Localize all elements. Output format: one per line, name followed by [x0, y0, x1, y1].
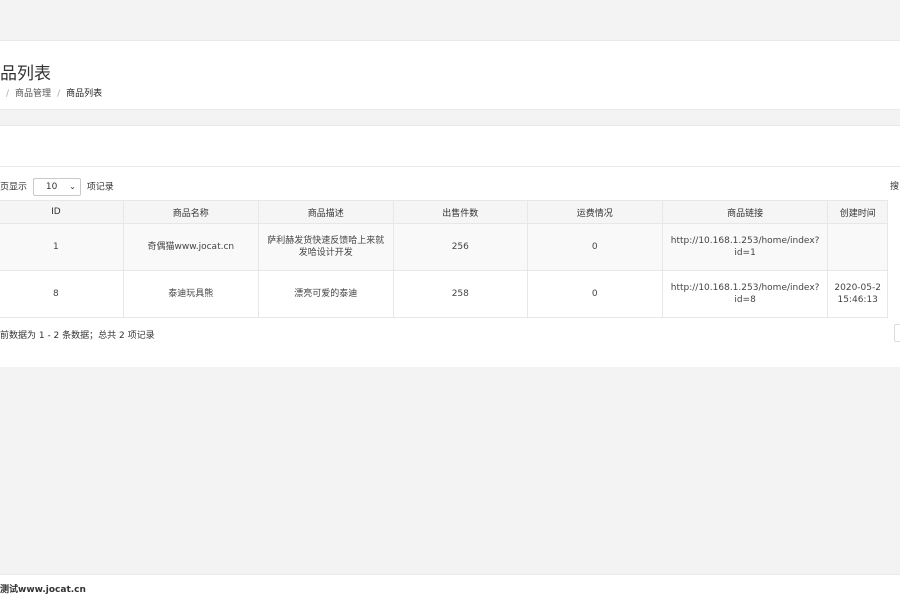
page-title: 品列表 [0, 64, 51, 84]
content-panel: 页显示 10 ⌄ 项记录 搜 ID 商品名称 商品描述 出售件数 运费情况 商品… [0, 125, 900, 367]
breadcrumb-separator: / [6, 89, 10, 99]
footer-text: 测试www.jocat.cn [0, 585, 86, 595]
page-length-suffix: 项记录 [86, 182, 114, 193]
cell-name: 奇偶猫www.jocat.cn [122, 223, 259, 271]
column-header-created[interactable]: 创建时间 [827, 200, 888, 224]
cell-created: 2020-05-2 15:46:13 [827, 270, 888, 318]
table-info: 前数据为 1 - 2 条数据；总共 2 项记录 [0, 331, 155, 341]
cell-description: 漂亮可爱的泰迪 [257, 270, 394, 318]
pagination-button[interactable] [894, 324, 900, 342]
table-row: 1 奇偶猫www.jocat.cn 萨利赫发货快速反馈哈上来就发哈设计开发 25… [0, 223, 888, 271]
cell-name: 泰迪玩具熊 [122, 270, 259, 318]
cell-shipping: 0 [526, 270, 663, 318]
column-header-sold[interactable]: 出售件数 [392, 200, 528, 224]
column-header-id[interactable]: ID [0, 200, 124, 224]
panel-divider [0, 166, 900, 167]
table-row: 8 泰迪玩具熊 漂亮可爱的泰迪 258 0 http://10.168.1.25… [0, 270, 888, 318]
breadcrumb: / 商品管理 / 商品列表 [0, 86, 102, 99]
column-header-name[interactable]: 商品名称 [122, 200, 259, 224]
cell-created [827, 223, 888, 271]
page-heading: 品列表 / 商品管理 / 商品列表 [0, 40, 900, 110]
footer: 测试www.jocat.cn [0, 574, 900, 600]
cell-id: 1 [0, 223, 124, 271]
breadcrumb-item-product-management[interactable]: 商品管理 [15, 89, 51, 99]
cell-sold: 256 [392, 223, 528, 271]
column-header-shipping[interactable]: 运费情况 [526, 200, 663, 224]
column-header-description[interactable]: 商品描述 [257, 200, 394, 224]
cell-id: 8 [0, 270, 124, 318]
page-length-select[interactable]: 10 ⌄ [32, 178, 81, 196]
breadcrumb-item-product-list: 商品列表 [66, 89, 103, 99]
cell-description: 萨利赫发货快速反馈哈上来就发哈设计开发 [257, 223, 394, 271]
created-time: 15:46:13 [837, 295, 878, 305]
cell-link: http://10.168.1.253/home/index?id=1 [661, 223, 829, 271]
page-length-control: 页显示 10 ⌄ 项记录 [0, 178, 114, 196]
page-length-prefix: 页显示 [0, 182, 28, 193]
page-length-value: 10 [45, 182, 58, 192]
table-header-row: ID 商品名称 商品描述 出售件数 运费情况 商品链接 创建时间 [0, 200, 888, 224]
breadcrumb-separator: / [57, 89, 61, 99]
column-header-link[interactable]: 商品链接 [661, 200, 829, 224]
created-date: 2020-05-2 [834, 283, 881, 293]
cell-shipping: 0 [526, 223, 663, 271]
chevron-down-icon: ⌄ [69, 182, 76, 191]
cell-sold: 258 [392, 270, 528, 318]
cell-link: http://10.168.1.253/home/index?id=8 [661, 270, 829, 318]
search-label: 搜 [890, 182, 900, 192]
product-table: ID 商品名称 商品描述 出售件数 运费情况 商品链接 创建时间 1 奇偶猫ww… [0, 200, 888, 318]
